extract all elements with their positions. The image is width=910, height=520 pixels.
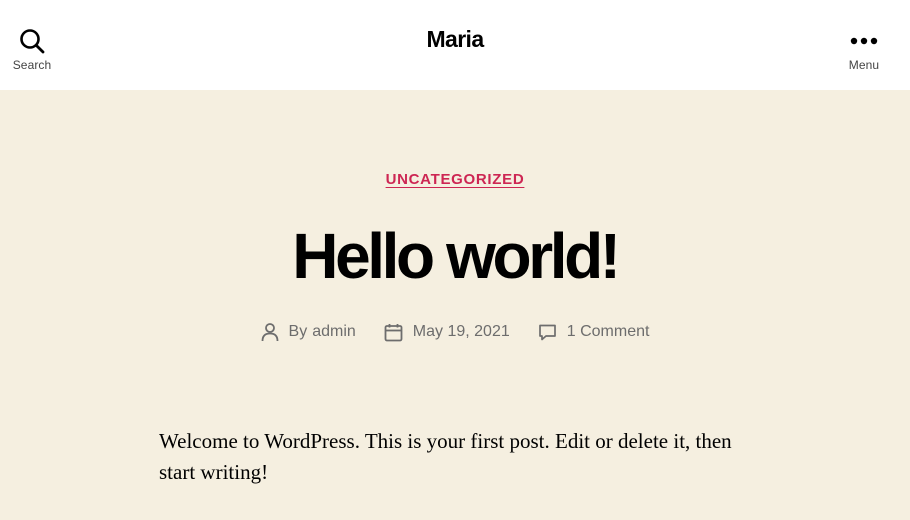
menu-toggle[interactable]: Menu <box>832 26 896 72</box>
category-link[interactable]: UNCATEGORIZED <box>386 171 525 188</box>
calendar-icon <box>384 323 403 341</box>
comments-link[interactable]: 1 Comment <box>567 323 650 341</box>
post-comments: 1 Comment <box>538 323 650 342</box>
post-date: May 19, 2021 <box>384 323 510 342</box>
site-title-link[interactable]: Maria <box>426 26 484 52</box>
post-author: By admin <box>261 322 356 342</box>
search-label: Search <box>12 58 52 72</box>
date-link[interactable]: May 19, 2021 <box>413 323 510 341</box>
comment-icon <box>538 324 556 340</box>
post-meta: By admin May 19, 2021 1 Comment <box>0 322 910 342</box>
post-content-area: UNCATEGORIZED Hello world! By admin May … <box>0 90 910 520</box>
site-header: Search Maria Menu <box>0 0 910 90</box>
post-body: Welcome to WordPress. This is your first… <box>159 429 732 484</box>
author-link[interactable]: admin <box>312 323 356 341</box>
user-icon <box>261 323 278 342</box>
author-prefix: By <box>288 323 308 340</box>
menu-label: Menu <box>848 58 880 72</box>
post-title: Hello world! <box>292 220 621 292</box>
post-category: UNCATEGORIZED <box>0 171 910 188</box>
ellipsis-icon <box>832 26 896 56</box>
site-title: Maria <box>0 26 910 53</box>
